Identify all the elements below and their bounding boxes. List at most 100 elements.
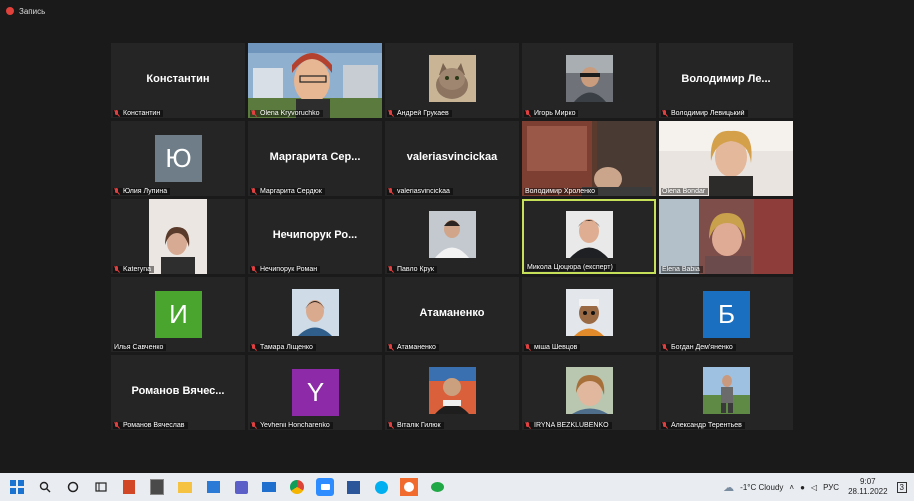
participant-tile[interactable]: Романов Вячес... Романов Вячеслав: [111, 355, 245, 430]
participant-tile[interactable]: Ю Юлия Лупина: [111, 121, 245, 196]
participant-tile[interactable]: Константин Константин: [111, 43, 245, 118]
participant-video: [111, 199, 245, 274]
chevron-up-icon[interactable]: ˄: [789, 483, 794, 492]
participant-name: Илья Савченко: [114, 344, 164, 351]
participant-tile[interactable]: Атаманенко Атаманенко: [385, 277, 519, 352]
microphone-icon[interactable]: ●: [800, 483, 805, 492]
participant-name: Маргарита Сердюк: [260, 188, 322, 195]
participant-caption: Маргарита Сердюк: [250, 188, 325, 195]
participant-name: Константин: [123, 110, 161, 117]
cloudy-weather-icon: ☁: [723, 481, 735, 494]
record-icon: [6, 7, 14, 15]
participant-tile[interactable]: міша Шевцов: [522, 277, 656, 352]
participant-name: Elena Babia: [662, 266, 700, 273]
participant-avatar: [566, 211, 613, 258]
cortana-icon[interactable]: [64, 478, 82, 496]
participant-display-name: valeriasvincickaa: [406, 151, 498, 163]
participant-avatar: [292, 289, 339, 336]
search-icon[interactable]: [36, 478, 54, 496]
teams-icon[interactable]: [232, 478, 250, 496]
windows-start-icon[interactable]: [8, 478, 26, 496]
participant-tile[interactable]: valeriasvincickaa valeriasvincickaa: [385, 121, 519, 196]
mic-muted-icon: [114, 188, 120, 195]
participant-caption: Романов Вячеслав: [113, 422, 188, 429]
participant-initial: Б: [703, 291, 750, 338]
participant-video: [522, 121, 656, 196]
participant-tile[interactable]: И Илья Савченко: [111, 277, 245, 352]
clock-date: 28.11.2022: [848, 487, 888, 496]
mic-muted-icon: [662, 422, 668, 429]
notification-center-icon[interactable]: 3: [896, 481, 907, 493]
weather-text[interactable]: -1°C Cloudy: [740, 483, 783, 492]
participant-tile[interactable]: Y Yevhenii Honcharenko: [248, 355, 382, 430]
participant-caption: Нечипорук Роман: [250, 266, 321, 273]
office-app-icon[interactable]: [120, 478, 138, 496]
app-icon-green[interactable]: [428, 478, 446, 496]
chrome-icon[interactable]: [288, 478, 306, 496]
mic-muted-icon: [251, 110, 257, 117]
participant-avatar: [429, 55, 476, 102]
participant-caption: Игорь Мирко: [524, 110, 579, 117]
participant-tile[interactable]: IRYNA BEZKLUBENKO: [522, 355, 656, 430]
participant-initial: Y: [292, 369, 339, 416]
participant-caption: Илья Савченко: [113, 344, 167, 351]
participant-tile[interactable]: Б Богдан Дем'яненко: [659, 277, 793, 352]
participant-name: Kateryna: [123, 266, 152, 273]
participant-tile[interactable]: Маргарита Сер... Маргарита Сердюк: [248, 121, 382, 196]
mic-muted-icon: [251, 344, 257, 351]
clock[interactable]: 9:07 28.11.2022: [848, 477, 887, 497]
participant-tile[interactable]: Elena Babia: [659, 199, 793, 274]
participant-display-name: Константин: [146, 73, 210, 85]
gallery-grid: Константин Константин Olena Kryvoruchko …: [111, 43, 793, 430]
word-icon[interactable]: [344, 478, 362, 496]
participant-avatar: [429, 211, 476, 258]
participant-name: Тамара Ліщенко: [260, 344, 313, 351]
participant-name: Игорь Мирко: [534, 110, 576, 117]
participant-caption: Павло Крук: [387, 266, 437, 273]
skype-icon[interactable]: [372, 478, 390, 496]
participant-tile[interactable]: Игорь Мирко: [522, 43, 656, 118]
speaker-icon[interactable]: ◁: [811, 483, 817, 492]
participant-tile[interactable]: Андрей Грукаев: [385, 43, 519, 118]
participant-caption: Андрей Грукаев: [387, 110, 452, 117]
participant-caption: Elena Babia: [661, 266, 703, 273]
participant-name: Романов Вячеслав: [123, 422, 185, 429]
participant-tile[interactable]: Olena Kryvoruchko: [248, 43, 382, 118]
participant-caption: Атаманенко: [387, 344, 439, 351]
participant-name: IRYNA BEZKLUBENKO: [534, 422, 609, 429]
participant-tile-active-speaker[interactable]: Микола Цюцюра (експерт): [522, 199, 656, 274]
participant-tile[interactable]: Александр Терентьев: [659, 355, 793, 430]
participant-tile[interactable]: Kateryna: [111, 199, 245, 274]
participant-tile[interactable]: Володимир Ле... Володимир Левицький: [659, 43, 793, 118]
mic-muted-icon: [114, 422, 120, 429]
store-icon[interactable]: [204, 478, 222, 496]
file-explorer-icon[interactable]: [176, 478, 194, 496]
participant-name: Андрей Грукаев: [397, 110, 449, 117]
participant-caption: Olena Kryvoruchko: [250, 110, 323, 117]
language-indicator[interactable]: РУС: [823, 483, 839, 492]
mic-muted-icon: [388, 266, 394, 273]
participant-tile[interactable]: Olena Bondar: [659, 121, 793, 196]
participant-caption: IRYNA BEZKLUBENKO: [524, 422, 612, 429]
calculator-app-icon[interactable]: [148, 478, 166, 496]
participant-name: міша Шевцов: [534, 344, 578, 351]
mail-icon[interactable]: [260, 478, 278, 496]
yandex-browser-icon[interactable]: [400, 478, 418, 496]
participant-caption: Тамара Ліщенко: [250, 344, 316, 351]
participant-tile[interactable]: Володимир Хроленко: [522, 121, 656, 196]
participant-name: Olena Bondar: [662, 188, 706, 195]
task-view-icon[interactable]: [92, 478, 110, 496]
participant-tile[interactable]: Тамара Ліщенко: [248, 277, 382, 352]
participant-tile[interactable]: Віталік Гилюк: [385, 355, 519, 430]
participant-tile[interactable]: Нечипорук Ро... Нечипорук Роман: [248, 199, 382, 274]
zoom-app-icon[interactable]: [316, 478, 334, 496]
participant-tile[interactable]: Павло Крук: [385, 199, 519, 274]
participant-caption: Olena Bondar: [661, 188, 709, 195]
participant-video: [248, 43, 382, 118]
participant-name: Атаманенко: [397, 344, 436, 351]
participant-caption: Александр Терентьев: [661, 422, 745, 429]
recording-indicator[interactable]: Запись: [0, 0, 914, 22]
participant-caption: Володимир Левицький: [661, 110, 748, 117]
participant-name: Володимир Хроленко: [525, 188, 596, 195]
participant-avatar: [703, 367, 750, 414]
